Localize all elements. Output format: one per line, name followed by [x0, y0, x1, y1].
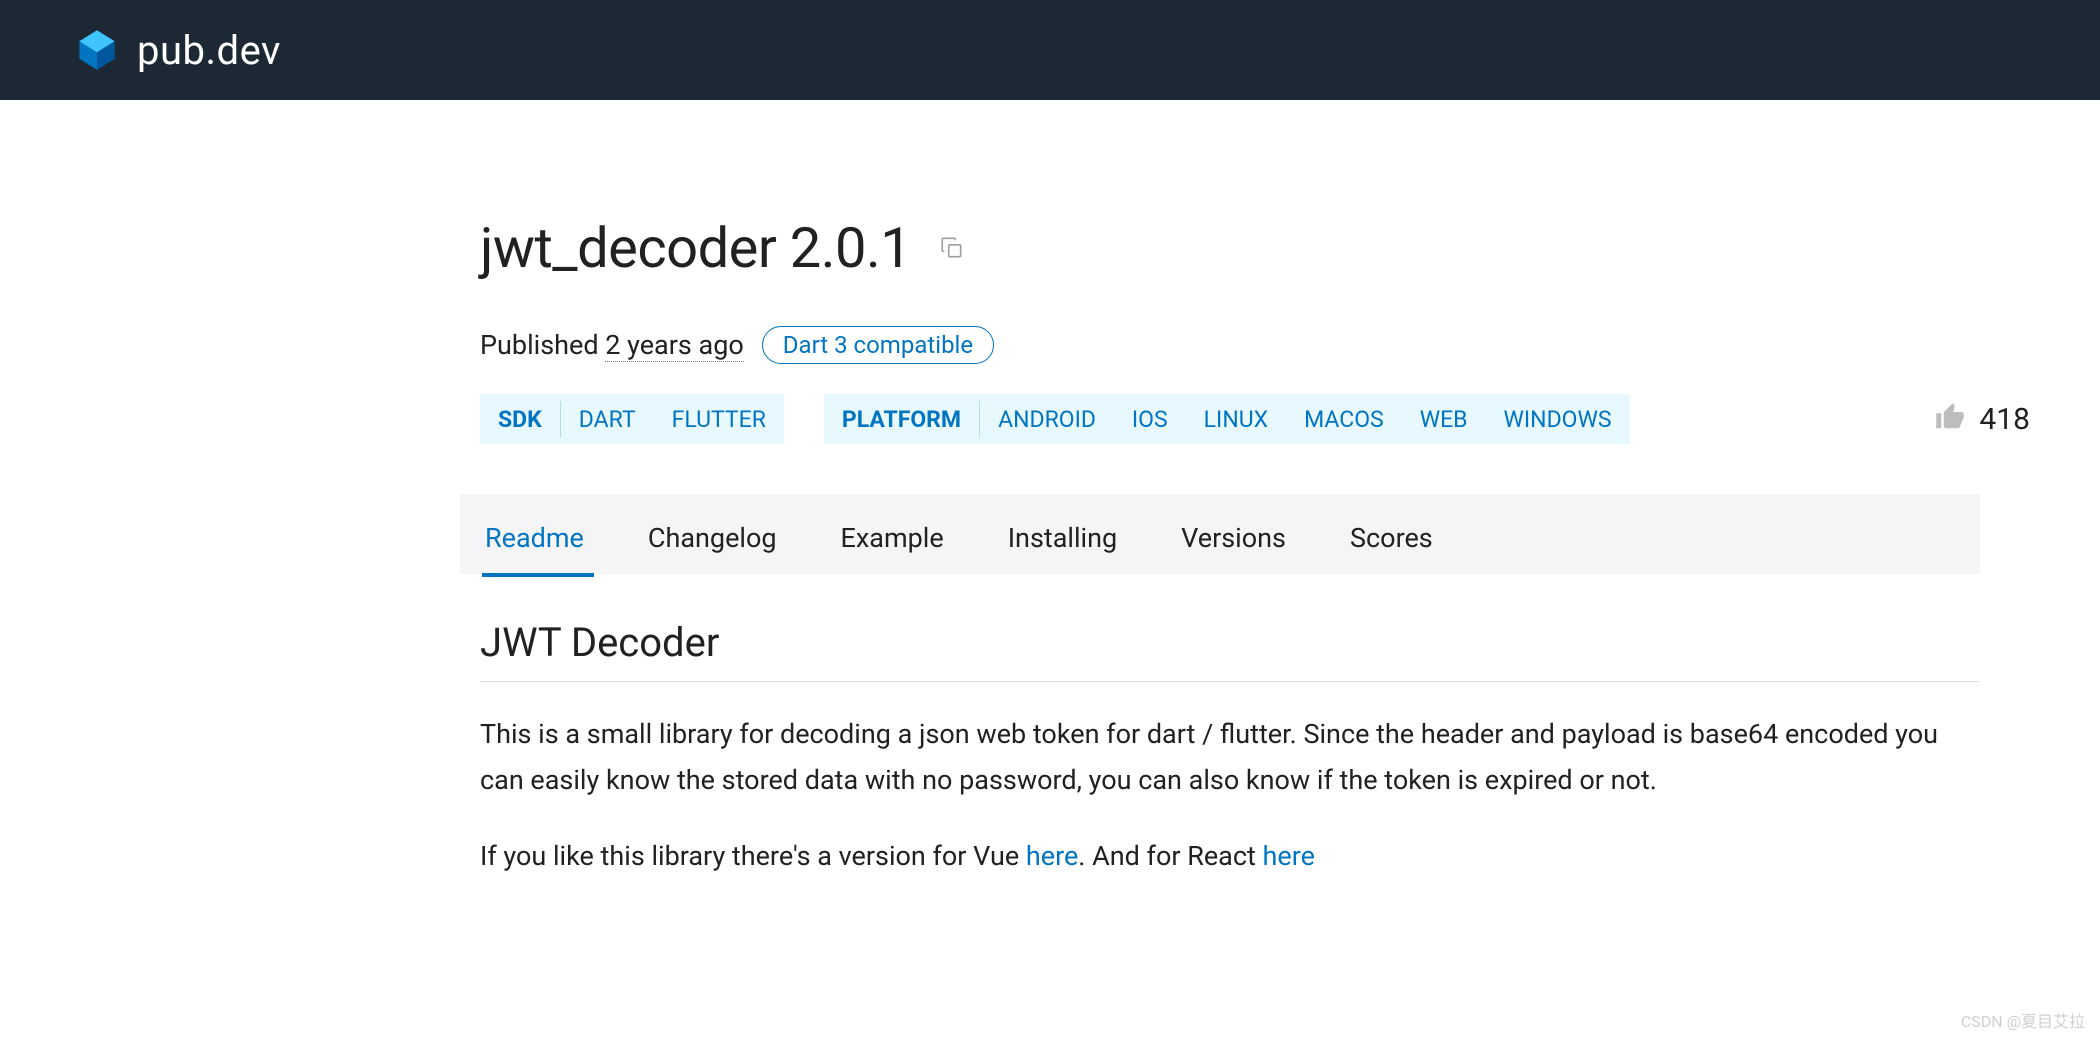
published-time: 2 years ago — [605, 329, 744, 362]
tag-android[interactable]: ANDROID — [980, 406, 1114, 433]
package-header: jwt_decoder 2.0.1 Published 2 years ago … — [0, 100, 2100, 364]
tabs: Readme Changelog Example Installing Vers… — [460, 494, 1980, 574]
readme-heading: JWT Decoder — [480, 619, 1980, 682]
tab-versions[interactable]: Versions — [1149, 522, 1318, 574]
dart-compatibility-badge: Dart 3 compatible — [762, 326, 994, 364]
tag-ios[interactable]: IOS — [1114, 406, 1186, 433]
pub-dev-logo-icon — [75, 28, 119, 72]
package-title: jwt_decoder 2.0.1 — [480, 215, 911, 281]
readme-description: This is a small library for decoding a j… — [480, 712, 1980, 804]
tag-dart[interactable]: DART — [561, 406, 654, 433]
site-name: pub.dev — [137, 27, 281, 74]
tags-likes-row: SDK DART FLUTTER PLATFORM ANDROID IOS LI… — [0, 394, 2100, 444]
published-info: Published 2 years ago — [480, 329, 744, 361]
readme-content: JWT Decoder This is a small library for … — [480, 619, 1980, 880]
tab-scores[interactable]: Scores — [1318, 522, 1465, 574]
tag-linux[interactable]: LINUX — [1186, 406, 1286, 433]
package-meta: Published 2 years ago Dart 3 compatible — [480, 326, 2100, 364]
tab-example[interactable]: Example — [809, 522, 976, 574]
copy-icon[interactable] — [939, 235, 965, 261]
tag-windows[interactable]: WINDOWS — [1486, 406, 1630, 433]
likes-count: 418 — [1979, 402, 2030, 437]
platform-tag-group: PLATFORM ANDROID IOS LINUX MACOS WEB WIN… — [824, 394, 1630, 444]
tag-web[interactable]: WEB — [1402, 406, 1486, 433]
vue-link[interactable]: here — [1026, 840, 1078, 872]
sdk-tag-group: SDK DART FLUTTER — [480, 394, 784, 444]
tab-installing[interactable]: Installing — [976, 522, 1149, 574]
tag-macos[interactable]: MACOS — [1286, 406, 1402, 433]
react-link[interactable]: here — [1263, 840, 1315, 872]
likes-container: 418 — [1935, 402, 2030, 437]
thumbs-up-icon[interactable] — [1935, 402, 1965, 436]
site-header: pub.dev — [0, 0, 2100, 100]
platform-label: PLATFORM — [824, 401, 980, 437]
tab-readme[interactable]: Readme — [460, 522, 616, 574]
watermark: CSDN @夏目艾拉 — [1961, 1008, 2085, 1032]
tab-changelog[interactable]: Changelog — [616, 522, 809, 574]
logo[interactable]: pub.dev — [75, 27, 281, 74]
sdk-label: SDK — [480, 401, 561, 437]
tag-flutter[interactable]: FLUTTER — [654, 406, 784, 433]
tag-groups: SDK DART FLUTTER PLATFORM ANDROID IOS LI… — [480, 394, 1630, 444]
readme-links-paragraph: If you like this library there's a versi… — [480, 834, 1980, 880]
